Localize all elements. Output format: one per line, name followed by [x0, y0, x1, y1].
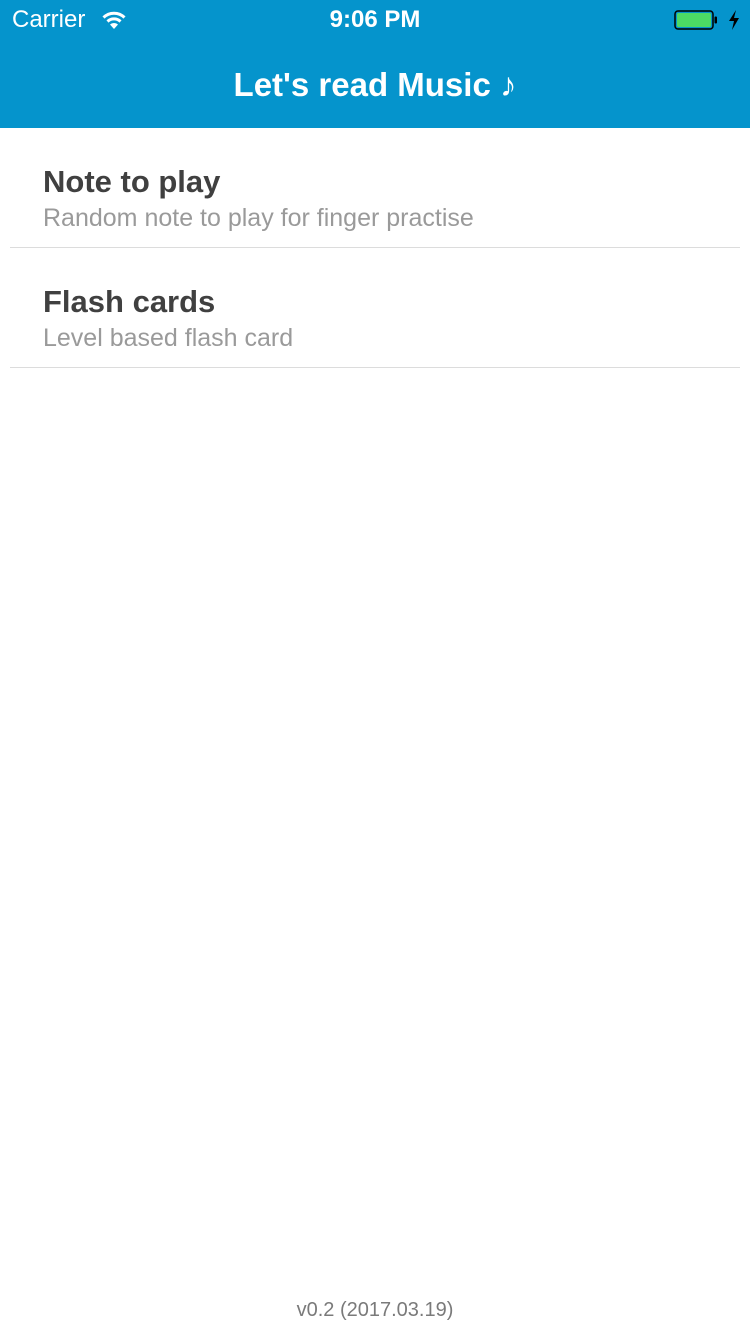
menu-item-title: Flash cards [43, 284, 216, 319]
menu-item-note-to-play[interactable]: Note to play Random note to play for fin… [10, 128, 740, 248]
menu-list: Note to play Random note to play for fin… [0, 128, 750, 368]
battery-icon [674, 10, 718, 30]
status-time: 9:06 PM [329, 6, 421, 33]
menu-item-subtitle: Level based flash card [43, 324, 294, 352]
menu-item-flash-cards[interactable]: Flash cards Level based flash card [10, 248, 740, 368]
status-bar: Carrier 9:06 PM [0, 0, 750, 40]
menu-item-subtitle: Random note to play for finger practise [43, 204, 474, 232]
bolt-icon [727, 9, 741, 31]
menu-item-title: Note to play [43, 164, 221, 199]
version-label: v0.2 (2017.03.19) [296, 1299, 454, 1321]
page-title: Let's read Music ♪ [233, 66, 517, 103]
app-header: Carrier 9:06 PM Let's read Music ♪ [0, 0, 750, 128]
